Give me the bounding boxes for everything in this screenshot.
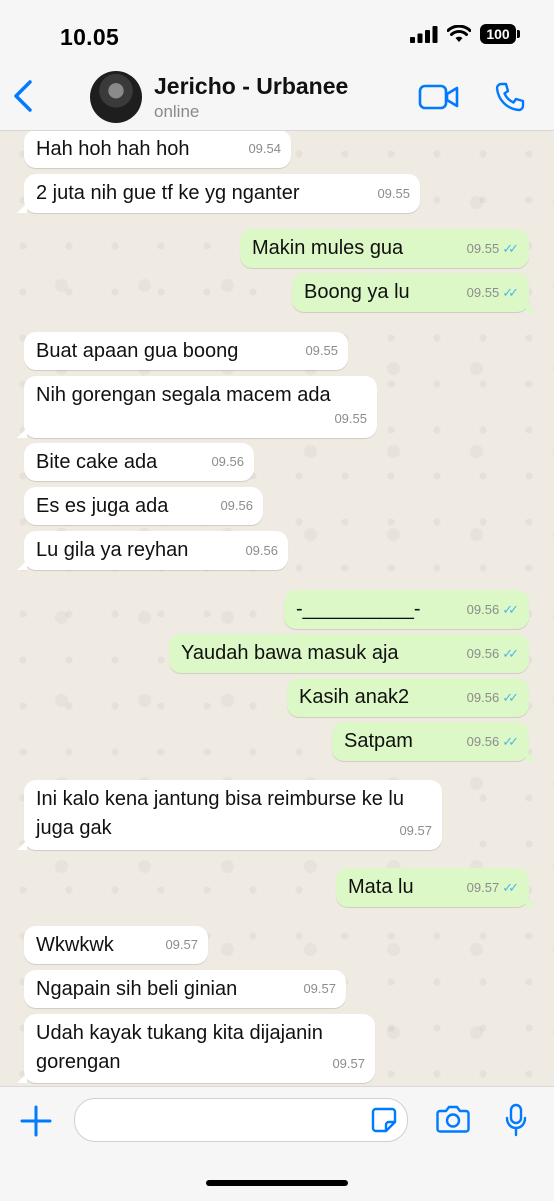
camera-icon[interactable] <box>436 1105 470 1133</box>
message-text: Hah hoh hah hoh <box>36 138 190 160</box>
message-text: Ini kalo kena jantung bisa reimburse ke … <box>36 788 404 839</box>
message-outgoing[interactable]: Kasih anak2 09.56 ✓✓ <box>287 678 529 717</box>
phone-call-icon[interactable] <box>494 81 526 113</box>
chat-header: Jericho - Urbanee online <box>0 64 554 131</box>
status-icons: 100 <box>410 24 520 44</box>
message-text: Ngapain sih beli ginian <box>36 978 238 1000</box>
message-time: 09.55 <box>466 241 500 256</box>
message-outgoing[interactable]: -__________- 09.56 ✓✓ <box>284 590 529 629</box>
read-receipt-icon: ✓✓ <box>502 602 519 617</box>
message-time: 09.57 <box>332 1056 365 1071</box>
contact-status: online <box>154 102 200 121</box>
message-time: 09.55 <box>334 411 367 426</box>
battery-level: 100 <box>486 26 510 42</box>
message-time: 09.54 <box>248 141 281 156</box>
home-indicator[interactable] <box>206 1180 348 1186</box>
message-time: 09.55 <box>377 186 410 201</box>
message-input[interactable] <box>74 1098 408 1142</box>
message-time: 09.57 <box>303 981 336 996</box>
message-incoming[interactable]: Buat apaan gua boong 09.55 <box>24 332 348 370</box>
read-receipt-icon: ✓✓ <box>502 690 519 705</box>
message-incoming[interactable]: 2 juta nih gue tf ke yg nganter 09.55 <box>17 174 420 213</box>
message-outgoing[interactable]: Makin mules gua 09.55 ✓✓ <box>240 229 529 268</box>
message-time: 09.56 <box>211 454 244 469</box>
message-time: 09.57 <box>165 937 198 952</box>
contact-name[interactable]: Jericho - Urbanee <box>154 73 348 100</box>
message-time: 09.56 <box>466 646 500 661</box>
video-call-icon[interactable] <box>418 84 460 110</box>
message-time: 09.56 <box>466 690 500 705</box>
message-outgoing[interactable]: Mata lu 09.57 ✓✓ <box>336 868 529 907</box>
message-time: 09.56 <box>245 543 278 558</box>
sticker-icon[interactable] <box>371 1107 397 1133</box>
message-text: Lu gila ya reyhan <box>36 539 189 561</box>
message-incoming[interactable]: Nih gorengan segala macem ada 09.55 <box>17 376 377 438</box>
read-receipt-icon: ✓✓ <box>502 646 519 661</box>
message-incoming[interactable]: Lu gila ya reyhan 09.56 <box>17 531 288 570</box>
message-text: 2 juta nih gue tf ke yg nganter <box>36 182 300 204</box>
message-time: 09.57 <box>399 823 432 838</box>
message-incoming[interactable]: Bite cake ada 09.56 <box>24 443 254 481</box>
message-outgoing[interactable]: Yaudah bawa masuk aja 09.56 ✓✓ <box>169 634 529 673</box>
read-receipt-icon: ✓✓ <box>502 241 519 256</box>
message-time: 09.57 <box>466 880 500 895</box>
status-time: 10.05 <box>60 24 120 50</box>
message-time: 09.56 <box>466 734 500 749</box>
message-incoming[interactable]: Ngapain sih beli ginian 09.57 <box>24 970 346 1008</box>
read-receipt-icon: ✓✓ <box>502 285 519 300</box>
message-outgoing[interactable]: Satpam 09.56 ✓✓ <box>332 722 529 761</box>
message-text: Buat apaan gua boong <box>36 340 239 362</box>
back-chevron-icon[interactable] <box>8 78 38 114</box>
message-text: Udah kayak tukang kita dijajanin gorenga… <box>36 1022 323 1073</box>
wifi-icon <box>447 25 471 42</box>
message-time: 09.55 <box>466 285 500 300</box>
message-time: 09.55 <box>305 343 338 358</box>
message-time: 09.56 <box>220 498 253 513</box>
message-time: 09.56 <box>466 602 500 617</box>
read-receipt-icon: ✓✓ <box>502 734 519 749</box>
read-receipt-icon: ✓✓ <box>502 880 519 895</box>
microphone-icon[interactable] <box>504 1103 528 1137</box>
avatar[interactable] <box>90 71 142 123</box>
message-incoming[interactable]: Udah kayak tukang kita dijajanin gorenga… <box>17 1014 375 1083</box>
chat-area[interactable]: Hah hoh hah hoh 09.54 2 juta nih gue tf … <box>0 131 554 1086</box>
message-outgoing[interactable]: Boong ya lu 09.55 ✓✓ <box>292 273 529 312</box>
message-incoming[interactable]: Es es juga ada 09.56 <box>24 487 263 525</box>
message-incoming[interactable]: Hah hoh hah hoh 09.54 <box>24 131 291 168</box>
status-bar: 10.05 100 <box>0 0 554 64</box>
message-text: Es es juga ada <box>36 495 169 517</box>
signal-icon <box>410 26 438 43</box>
battery-icon: 100 <box>480 24 520 44</box>
message-incoming[interactable]: Ini kalo kena jantung bisa reimburse ke … <box>17 780 442 850</box>
message-incoming[interactable]: Wkwkwk 09.57 <box>24 926 208 964</box>
message-text: Nih gorengan segala macem ada <box>36 384 331 406</box>
plus-icon[interactable] <box>20 1105 52 1137</box>
